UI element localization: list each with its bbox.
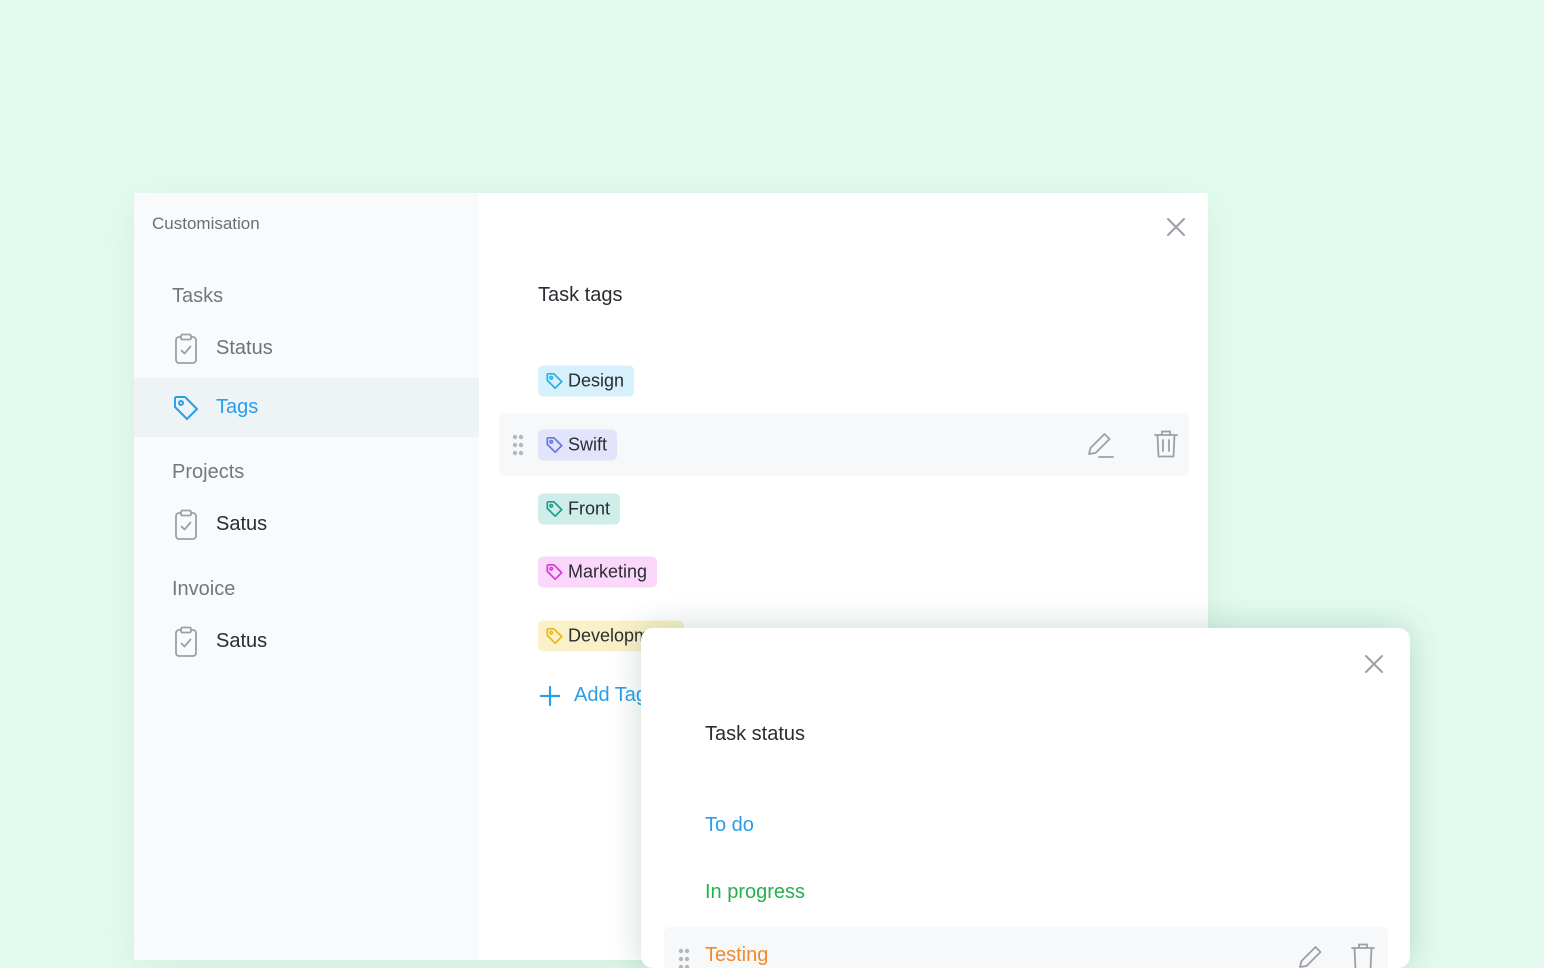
- tag-row[interactable]: Swift: [499, 413, 1189, 476]
- page-title: Task tags: [538, 284, 623, 306]
- tag-row[interactable]: Marketing: [499, 540, 1189, 603]
- sidebar-item-tasks-tags[interactable]: Tags: [134, 378, 479, 437]
- clipboard-check-icon: [173, 332, 199, 366]
- sidebar-title: Customisation: [152, 214, 260, 233]
- clipboard-check-icon: [173, 508, 199, 542]
- page-title: Task status: [705, 723, 806, 745]
- pencil-icon[interactable]: [1085, 430, 1115, 465]
- trash-icon[interactable]: [1350, 942, 1376, 968]
- add-tag-label: Add Tag: [574, 684, 648, 706]
- sidebar: Customisation Tasks Status Tags Projects…: [134, 193, 479, 960]
- tag-icon: [546, 372, 563, 389]
- sidebar-item-label: Status: [216, 337, 273, 359]
- clipboard-check-icon: [173, 625, 199, 659]
- sidebar-item-label: Tags: [216, 396, 259, 418]
- tag-icon: [173, 391, 199, 425]
- tag-icon: [546, 627, 563, 644]
- sidebar-section-tasks: Tasks: [172, 285, 224, 307]
- sidebar-item-label: Satus: [216, 630, 268, 652]
- tag-chip: Design: [538, 365, 635, 396]
- tag-icon: [546, 563, 563, 580]
- drag-handle-icon[interactable]: [678, 948, 690, 968]
- tag-row[interactable]: Design: [499, 349, 1189, 412]
- sidebar-section-invoice: Invoice: [172, 578, 236, 600]
- tag-chip: Marketing: [538, 556, 658, 587]
- status-row[interactable]: Testing: [664, 927, 1388, 968]
- tag-chip: Front: [538, 493, 621, 524]
- status-item-in-progress[interactable]: In progress: [705, 881, 805, 904]
- tag-row[interactable]: Front: [499, 477, 1189, 540]
- sidebar-section-projects: Projects: [172, 461, 245, 483]
- task-status-window: Task status To do In progress Testing: [641, 628, 1410, 968]
- drag-handle-icon[interactable]: [512, 434, 524, 461]
- sidebar-item-tasks-status[interactable]: Status: [134, 319, 479, 378]
- tag-label: Marketing: [568, 561, 648, 581]
- pencil-icon[interactable]: [1296, 943, 1326, 968]
- tag-label: Swift: [568, 434, 608, 454]
- close-icon[interactable]: [1362, 652, 1386, 676]
- plus-icon: [540, 685, 560, 706]
- tag-label: Front: [568, 498, 611, 518]
- trash-icon[interactable]: [1153, 429, 1179, 464]
- close-icon[interactable]: [1164, 215, 1188, 239]
- status-item-todo[interactable]: To do: [705, 814, 754, 837]
- add-tag-button[interactable]: Add Tag: [540, 684, 647, 707]
- tag-icon: [546, 500, 563, 517]
- tag-label: Design: [568, 370, 625, 390]
- sidebar-item-label: Satus: [216, 513, 268, 535]
- status-item-testing: Testing: [705, 944, 769, 966]
- tag-icon: [546, 436, 563, 453]
- tag-chip: Swift: [538, 429, 618, 460]
- sidebar-item-invoice-status[interactable]: Satus: [134, 612, 479, 671]
- sidebar-item-projects-status[interactable]: Satus: [134, 495, 479, 554]
